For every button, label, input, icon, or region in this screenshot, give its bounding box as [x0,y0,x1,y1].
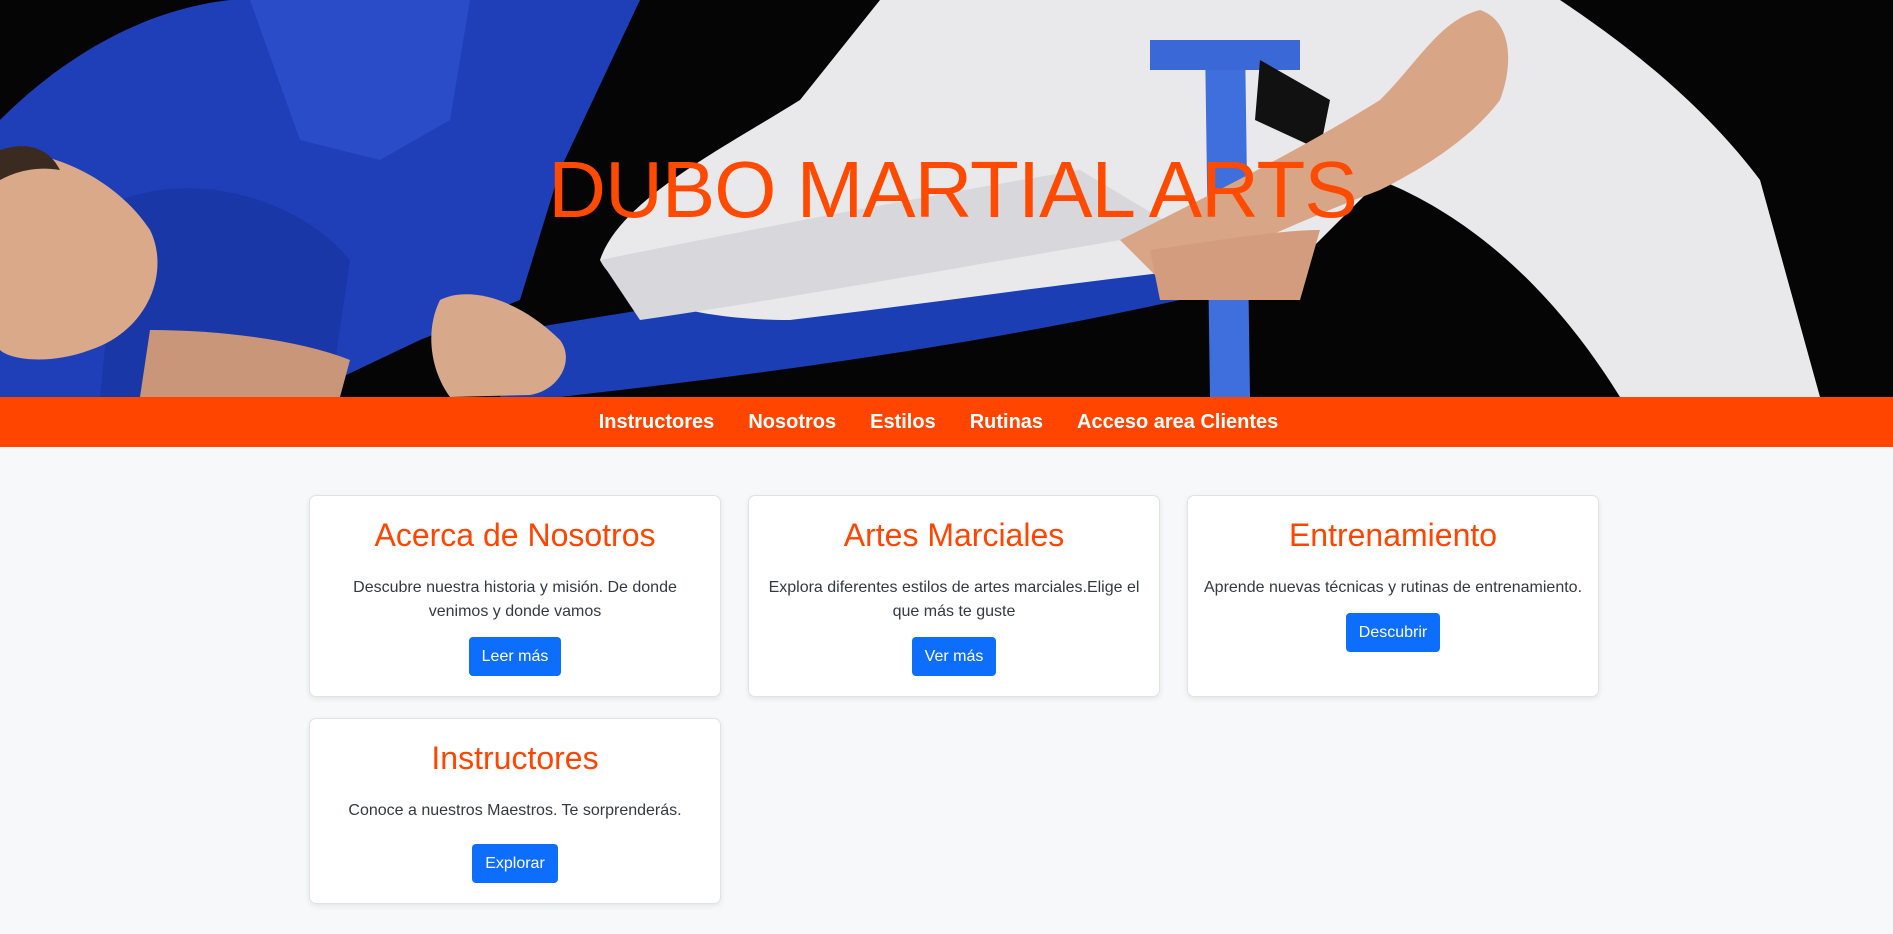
card-text: Explora diferentes estilos de artes marc… [768,579,1140,620]
card-title: Entrenamiento [1288,517,1498,553]
card-text: Descubre nuestra historia y misión. De d… [353,579,677,620]
card-instructores: Instructores Conoce a nuestros Maestros.… [309,718,721,904]
card-text: Aprende nuevas técnicas y rutinas de ent… [1204,579,1583,596]
nav-nosotros[interactable]: Nosotros [748,411,836,434]
card-artes-marciales: Artes Marciales Explora diferentes estil… [748,495,1160,697]
explorar-button[interactable]: Explorar [472,844,558,883]
ver-mas-button[interactable]: Ver más [911,637,997,676]
descubrir-button[interactable]: Descubrir [1345,613,1441,652]
nav-acceso-clientes[interactable]: Acceso area Clientes [1077,411,1278,434]
nav-instructores[interactable]: Instructores [599,411,715,434]
card-entrenamiento: Entrenamiento Aprende nuevas técnicas y … [1187,495,1599,697]
nav-rutinas[interactable]: Rutinas [970,411,1043,434]
site-title: DUBO MARTIAL ARTS [548,145,1357,234]
card-grid: Acerca de Nosotros Descubre nuestra hist… [309,495,1599,904]
hero-banner: DUBO MARTIAL ARTS [0,0,1893,397]
card-title: Acerca de Nosotros [374,517,656,553]
card-text: Conoce a nuestros Maestros. Te sorprende… [348,802,682,819]
nav-estilos[interactable]: Estilos [870,411,936,434]
card-title: Instructores [431,740,599,776]
main-nav: Instructores Nosotros Estilos Rutinas Ac… [0,397,1893,447]
card-title: Artes Marciales [843,517,1065,553]
leer-mas-button[interactable]: Leer más [468,637,562,676]
card-acerca-de-nosotros: Acerca de Nosotros Descubre nuestra hist… [309,495,721,697]
